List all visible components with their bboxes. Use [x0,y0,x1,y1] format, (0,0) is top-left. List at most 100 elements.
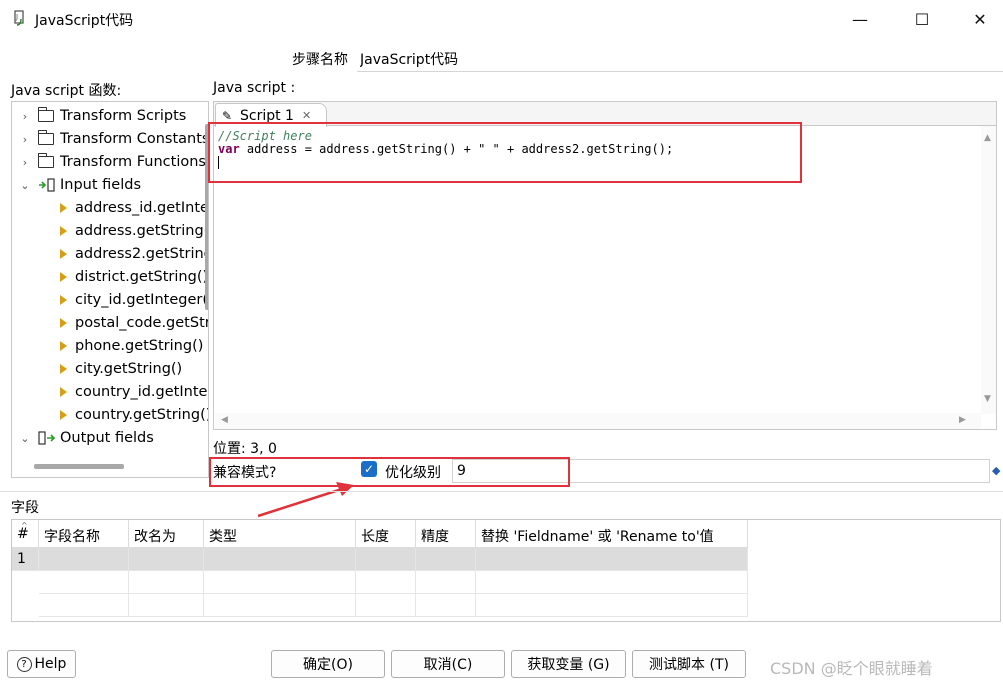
help-icon: ? [16,656,32,672]
field-arrow-icon [60,272,67,282]
tree-node-output-fields[interactable]: ⌄ Output fields [20,427,153,449]
close-button[interactable]: ✕ [966,6,994,32]
tree-field-item[interactable]: country_id.getInteger() [60,381,208,403]
tree-field-item[interactable]: city.getString() [60,358,182,380]
tree-item-label: Transform Scripts [60,108,187,124]
tree-item-label: address.getString() [75,223,209,239]
sort-up-icon: ^ [21,521,28,530]
table-cell[interactable] [476,548,748,571]
column-header-length[interactable]: 长度 [356,520,416,548]
table-cell[interactable] [129,571,204,594]
table-cell[interactable] [476,594,748,617]
chevron-right-icon[interactable]: › [20,110,30,123]
script-label: Java script : [213,80,296,96]
tree-folder-transform-constants[interactable]: › Transform Constants [20,128,209,150]
maximize-button[interactable]: ☐ [908,6,936,32]
table-cell[interactable] [416,548,476,571]
field-arrow-icon [60,249,67,259]
cancel-button[interactable]: 取消(C) [391,650,505,678]
scroll-down-icon[interactable]: ▼ [984,394,991,404]
folder-icon [38,130,54,145]
tree-folder-transform-scripts[interactable]: › Transform Scripts [20,105,186,127]
editor-horizontal-scrollbar[interactable]: ◀ ▶ [215,413,981,429]
tree-item-label: city.getString() [75,361,183,377]
tree-node-input-fields[interactable]: ⌄ Input fields [20,174,141,196]
minimize-button[interactable]: — [846,6,874,32]
chevron-right-icon[interactable]: › [20,156,30,169]
tree-item-label: Transform Functions [60,154,206,170]
watermark: CSDN @眨个眼就睡着 [770,659,933,678]
fields-table[interactable]: ^ # 字段名称 改名为 类型 长度 精度 替换 'Fieldname' 或 '… [11,519,1001,622]
table-cell[interactable] [356,594,416,617]
tree-field-item[interactable]: address.getString() [60,220,209,242]
javascript-script-icon: J [14,10,24,26]
step-name-input[interactable] [357,46,1003,72]
fields-section-label: 字段 [11,500,39,516]
close-icon[interactable]: ✕ [302,109,311,122]
table-cell[interactable] [416,571,476,594]
tree-field-item[interactable]: postal_code.getString() [60,312,208,334]
ok-button[interactable]: 确定(O) [271,650,385,678]
table-cell[interactable] [129,548,204,571]
field-arrow-icon [60,410,67,420]
tree-field-item[interactable]: district.getString() [60,266,208,288]
tree-item-label: district.getString() [75,269,209,285]
test-script-button[interactable]: 测试脚本 (T) [632,650,746,678]
table-cell[interactable] [39,594,129,617]
annotation-box-code [208,122,802,183]
table-row-number[interactable]: 1 [12,548,39,571]
tree-field-item[interactable]: city_id.getInteger() [60,289,209,311]
table-cell[interactable] [204,594,356,617]
svg-text:J: J [15,13,18,21]
table-cell[interactable] [204,571,356,594]
chevron-down-icon[interactable]: ⌄ [20,432,30,445]
table-cell[interactable] [204,548,356,571]
table-cell[interactable] [356,548,416,571]
tree-item-label: country_id.getInteger() [75,384,208,400]
step-name-label: 步骤名称 [292,52,348,68]
cursor-position: 位置: 3, 0 [213,441,277,457]
table-cell[interactable] [476,571,748,594]
chevron-right-icon[interactable]: › [20,133,30,146]
variable-icon[interactable]: ◆ [992,464,1003,478]
column-header-rename[interactable]: 改名为 [129,520,204,548]
column-header-type[interactable]: 类型 [204,520,356,548]
tree-field-item[interactable]: phone.getString() [60,335,203,357]
table-cell[interactable] [356,571,416,594]
column-header-replace[interactable]: 替换 'Fieldname' 或 'Rename to'值 [476,520,748,548]
field-arrow-icon [60,203,67,213]
annotation-arrow-icon [257,482,354,518]
tree-field-item[interactable]: address2.getString() [60,243,208,265]
tree-field-item[interactable]: address_id.getInteger() [60,197,208,219]
field-arrow-icon [60,364,67,374]
table-cell[interactable] [129,594,204,617]
table-cell[interactable] [39,548,129,571]
section-divider [0,491,1003,492]
tree-item-label: Transform Constants [60,131,209,147]
tree-item-label: address_id.getInteger() [75,200,208,216]
tree-item-label: postal_code.getString() [75,315,208,331]
editor-vertical-scrollbar[interactable]: ▲ ▼ [981,126,996,414]
scroll-up-icon[interactable]: ▲ [984,133,991,143]
get-variables-button[interactable]: 获取变量 (G) [511,650,626,678]
window-title: JavaScript代码 [35,13,134,29]
tree-field-item[interactable]: country.getString() [60,404,208,426]
table-cell[interactable] [416,594,476,617]
table-cell[interactable] [39,571,129,594]
chevron-down-icon[interactable]: ⌄ [20,179,30,192]
tree-item-label: city_id.getInteger() [75,292,209,308]
output-fields-icon [38,431,56,445]
folder-icon [38,153,54,168]
column-header-index[interactable]: ^ # [12,520,39,548]
scroll-left-icon[interactable]: ◀ [221,415,228,425]
functions-tree[interactable]: › Transform Scripts › Transform Constant… [11,101,209,478]
column-header-field-name[interactable]: 字段名称 [39,520,129,548]
folder-icon [38,107,54,122]
field-arrow-icon [60,387,67,397]
tree-folder-transform-functions[interactable]: › Transform Functions [20,151,206,173]
help-button[interactable]: ? Help [7,650,76,678]
column-header-precision[interactable]: 精度 [416,520,476,548]
tree-horizontal-scrollbar[interactable] [34,464,124,469]
title-bar: J JavaScript代码 — ☐ ✕ [0,0,1003,38]
scroll-right-icon[interactable]: ▶ [959,415,966,425]
